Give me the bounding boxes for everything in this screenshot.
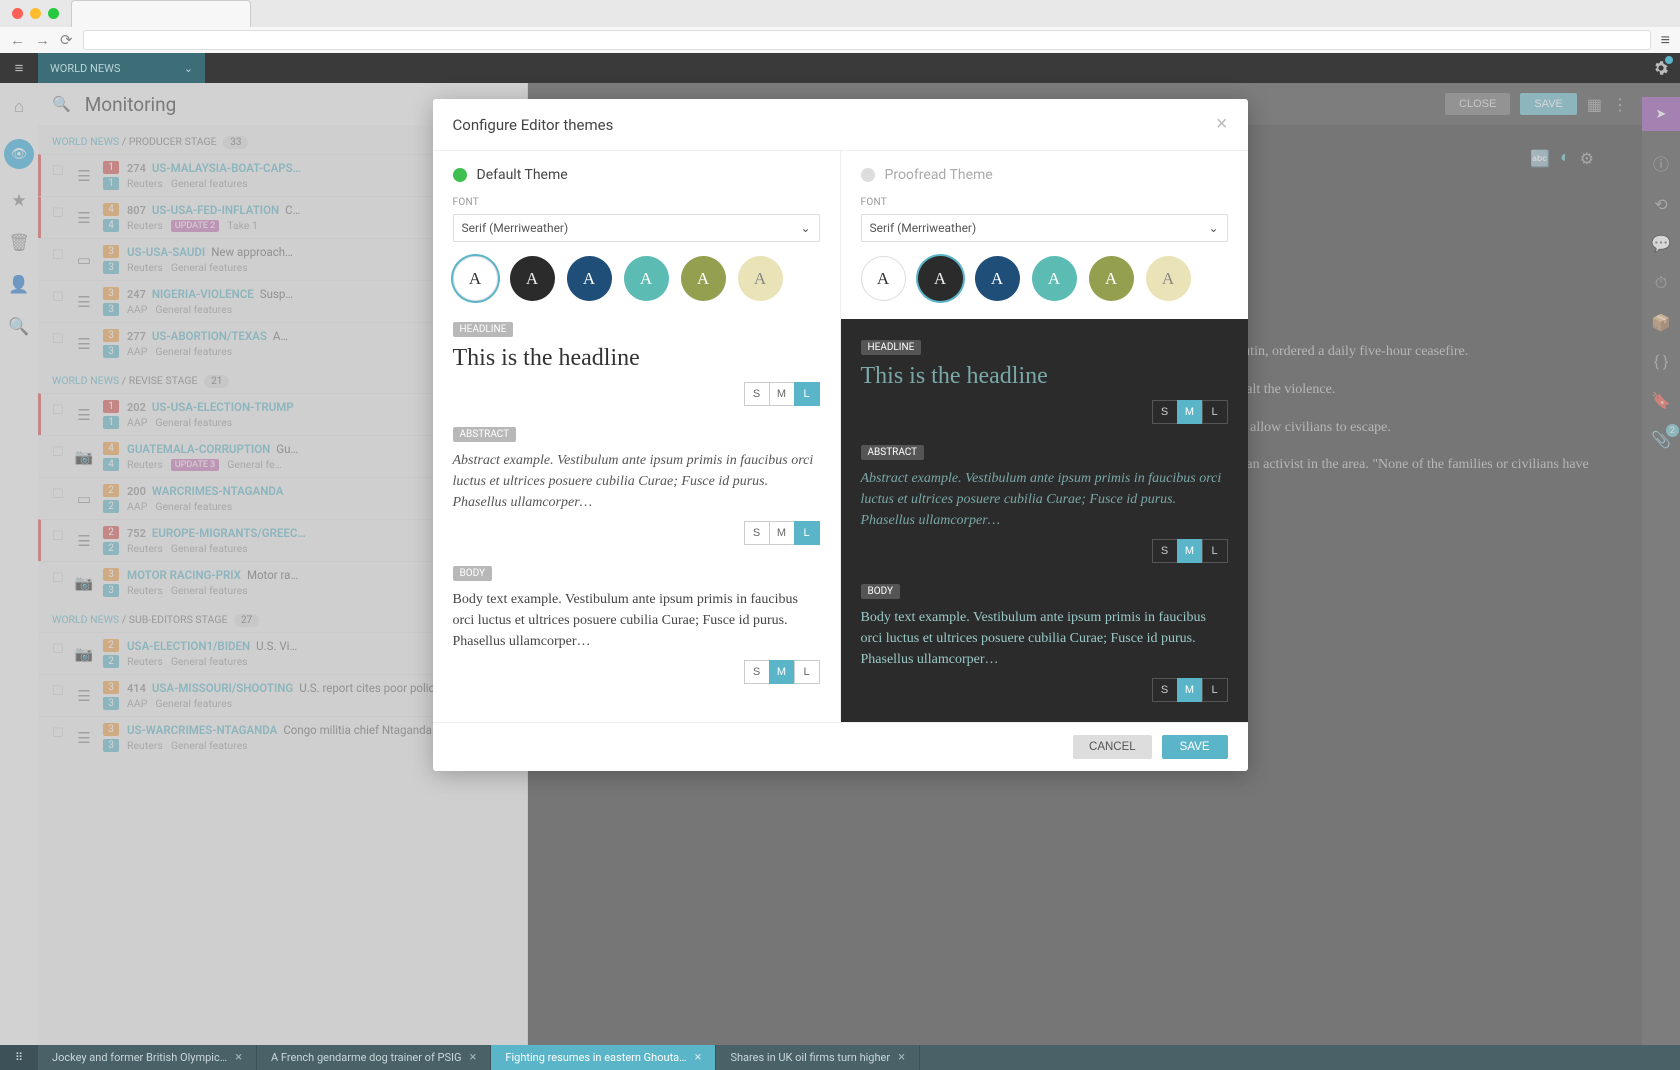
size-s-button[interactable]: S: [1152, 400, 1178, 424]
browser-chrome: ← → ⟳ ≡: [0, 0, 1680, 53]
notification-badge: [1663, 54, 1675, 66]
size-m-button[interactable]: M: [1177, 539, 1203, 563]
tab-label: A French gendarme dog trainer of PSIG: [271, 1051, 461, 1064]
chevron-down-icon: ⌄: [184, 62, 193, 75]
workspace-tab[interactable]: Fighting resumes in eastern Ghouta… ×: [491, 1045, 716, 1070]
swatch-olive[interactable]: A: [681, 256, 726, 301]
color-swatch-row: A A A A A A: [453, 256, 820, 301]
preview-headline: This is the headline: [861, 363, 1228, 390]
app-top-bar: ≡ WORLD NEWS ⌄: [0, 53, 1680, 83]
swatch-dark[interactable]: A: [510, 256, 555, 301]
size-m-button[interactable]: M: [1177, 400, 1203, 424]
theme-name: Default Theme: [477, 167, 568, 183]
modal-overlay: Configure Editor themes × Default Theme …: [0, 83, 1680, 1045]
bottom-bar: ⠿ Jockey and former British Olympic…×A F…: [0, 1045, 1680, 1070]
font-label: FONT: [453, 197, 820, 208]
workspace-tab[interactable]: A French gendarme dog trainer of PSIG ×: [257, 1045, 491, 1070]
swatch-cream[interactable]: A: [738, 256, 783, 301]
size-s-button[interactable]: S: [744, 660, 770, 684]
swatch-olive[interactable]: A: [1089, 256, 1134, 301]
font-select[interactable]: Serif (Merriweather) ⌄: [453, 214, 820, 242]
tab-close-icon[interactable]: ×: [469, 1050, 476, 1065]
workspace-dropdown[interactable]: WORLD NEWS ⌄: [38, 53, 205, 83]
close-window-icon[interactable]: [12, 8, 23, 19]
preview-body: Body text example. Vestibulum ante ipsum…: [453, 589, 820, 652]
modal-close-icon[interactable]: ×: [1216, 113, 1228, 136]
body-label: BODY: [453, 566, 492, 581]
workspace-tab[interactable]: Shares in UK oil firms turn higher ×: [716, 1045, 920, 1070]
theme-active-indicator[interactable]: [453, 168, 467, 182]
swatch-teal[interactable]: A: [624, 256, 669, 301]
size-m-button[interactable]: M: [769, 382, 795, 406]
url-bar[interactable]: [83, 30, 1651, 50]
swatch-white[interactable]: A: [453, 256, 498, 301]
size-l-button[interactable]: L: [794, 382, 820, 406]
preview-abstract: Abstract example. Vestibulum ante ipsum …: [453, 450, 820, 513]
size-l-button[interactable]: L: [1202, 678, 1228, 702]
size-m-button[interactable]: M: [769, 660, 795, 684]
tab-label: Jockey and former British Olympic…: [52, 1051, 227, 1064]
body-label: BODY: [861, 584, 900, 599]
back-icon[interactable]: ←: [10, 31, 25, 49]
default-theme-column: Default Theme FONT Serif (Merriweather) …: [433, 151, 841, 722]
swatch-dark[interactable]: A: [918, 256, 963, 301]
modal-title: Configure Editor themes: [453, 116, 614, 134]
size-s-button[interactable]: S: [744, 382, 770, 406]
size-l-button[interactable]: L: [794, 660, 820, 684]
size-s-button[interactable]: S: [744, 521, 770, 545]
preview-headline: This is the headline: [453, 345, 820, 372]
swatch-navy[interactable]: A: [975, 256, 1020, 301]
headline-label: HEADLINE: [861, 340, 922, 355]
body-size-row: S M L: [453, 660, 820, 684]
proofread-theme-column: Proofread Theme FONT Serif (Merriweather…: [841, 151, 1248, 722]
chevron-down-icon: ⌄: [1208, 221, 1218, 235]
workspace-tab[interactable]: Jockey and former British Olympic… ×: [38, 1045, 257, 1070]
swatch-navy[interactable]: A: [567, 256, 612, 301]
save-button[interactable]: SAVE: [1162, 735, 1228, 759]
font-label: FONT: [861, 197, 1228, 208]
tab-label: Shares in UK oil firms turn higher: [730, 1051, 890, 1064]
size-s-button[interactable]: S: [1152, 539, 1178, 563]
browser-tab[interactable]: [71, 0, 251, 27]
size-l-button[interactable]: L: [1202, 400, 1228, 424]
swatch-teal[interactable]: A: [1032, 256, 1077, 301]
apps-grid-icon[interactable]: ⠿: [0, 1045, 38, 1070]
app-menu-icon[interactable]: ≡: [0, 59, 38, 77]
color-swatch-row: A A A A A A: [861, 256, 1228, 301]
tab-label: Fighting resumes in eastern Ghouta…: [505, 1051, 686, 1064]
swatch-white[interactable]: A: [861, 256, 906, 301]
chevron-down-icon: ⌄: [800, 221, 810, 235]
font-select[interactable]: Serif (Merriweather) ⌄: [861, 214, 1228, 242]
swatch-cream[interactable]: A: [1146, 256, 1191, 301]
minimize-window-icon[interactable]: [30, 8, 41, 19]
size-m-button[interactable]: M: [769, 521, 795, 545]
browser-menu-icon[interactable]: ≡: [1661, 30, 1670, 50]
abstract-label: ABSTRACT: [453, 427, 517, 442]
abstract-label: ABSTRACT: [861, 445, 925, 460]
tab-close-icon[interactable]: ×: [898, 1050, 905, 1065]
preview-body: Body text example. Vestibulum ante ipsum…: [861, 607, 1228, 670]
window-controls: [8, 8, 59, 19]
theme-name: Proofread Theme: [885, 167, 993, 183]
theme-active-indicator[interactable]: [861, 168, 875, 182]
tab-close-icon[interactable]: ×: [235, 1050, 242, 1065]
configure-themes-modal: Configure Editor themes × Default Theme …: [433, 99, 1248, 771]
tab-close-icon[interactable]: ×: [695, 1050, 702, 1065]
preview-abstract: Abstract example. Vestibulum ante ipsum …: [861, 468, 1228, 531]
size-l-button[interactable]: L: [794, 521, 820, 545]
size-m-button[interactable]: M: [1177, 678, 1203, 702]
maximize-window-icon[interactable]: [48, 8, 59, 19]
size-l-button[interactable]: L: [1202, 539, 1228, 563]
forward-icon[interactable]: →: [35, 31, 50, 49]
abstract-size-row: S M L: [453, 521, 820, 545]
reload-icon[interactable]: ⟳: [60, 31, 73, 49]
headline-label: HEADLINE: [453, 322, 514, 337]
headline-size-row: S M L: [453, 382, 820, 406]
workspace-label: WORLD NEWS: [50, 62, 120, 75]
notifications-gear-icon[interactable]: [1652, 59, 1670, 77]
cancel-button[interactable]: CANCEL: [1073, 735, 1152, 759]
size-s-button[interactable]: S: [1152, 678, 1178, 702]
